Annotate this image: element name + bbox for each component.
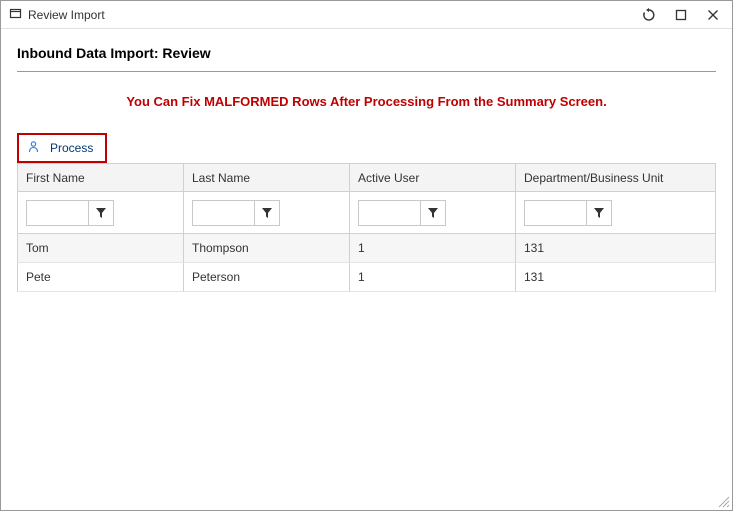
cell-active-user: 1 xyxy=(350,263,516,292)
filter-button-last-name[interactable] xyxy=(254,200,280,226)
column-header-department[interactable]: Department/Business Unit xyxy=(516,164,716,192)
table-row[interactable]: Pete Peterson 1 131 xyxy=(18,263,716,292)
cell-last-name: Peterson xyxy=(184,263,350,292)
table-row[interactable]: Tom Thompson 1 131 xyxy=(18,234,716,263)
page-title: Inbound Data Import: Review xyxy=(17,45,716,61)
filter-button-first-name[interactable] xyxy=(88,200,114,226)
column-header-first-name[interactable]: First Name xyxy=(18,164,184,192)
cell-first-name: Tom xyxy=(18,234,184,263)
process-highlight: Process xyxy=(17,133,107,163)
warning-message: You Can Fix MALFORMED Rows After Process… xyxy=(17,94,716,109)
maximize-button[interactable] xyxy=(672,6,690,24)
cell-department: 131 xyxy=(516,263,716,292)
divider xyxy=(17,71,716,72)
resize-grip[interactable] xyxy=(716,494,730,508)
window-title: Review Import xyxy=(28,8,105,22)
table-header-row: First Name Last Name Active User Departm… xyxy=(18,164,716,192)
refresh-button[interactable] xyxy=(640,6,658,24)
cell-last-name: Thompson xyxy=(184,234,350,263)
column-header-active-user[interactable]: Active User xyxy=(350,164,516,192)
filter-button-active-user[interactable] xyxy=(420,200,446,226)
close-button[interactable] xyxy=(704,6,722,24)
window-icon xyxy=(9,7,22,23)
column-header-last-name[interactable]: Last Name xyxy=(184,164,350,192)
filter-icon xyxy=(427,207,439,219)
filter-row xyxy=(18,192,716,234)
filter-button-department[interactable] xyxy=(586,200,612,226)
person-icon xyxy=(27,140,40,156)
titlebar: Review Import xyxy=(1,1,732,29)
filter-input-first-name[interactable] xyxy=(26,200,88,226)
titlebar-controls xyxy=(640,6,722,24)
content-area: Inbound Data Import: Review You Can Fix … xyxy=(1,29,732,302)
process-button[interactable]: Process xyxy=(19,135,105,161)
cell-first-name: Pete xyxy=(18,263,184,292)
filter-icon xyxy=(593,207,605,219)
filter-input-last-name[interactable] xyxy=(192,200,254,226)
filter-icon xyxy=(95,207,107,219)
data-table: First Name Last Name Active User Departm… xyxy=(17,163,716,292)
filter-input-department[interactable] xyxy=(524,200,586,226)
cell-department: 131 xyxy=(516,234,716,263)
process-label: Process xyxy=(50,141,93,155)
titlebar-left: Review Import xyxy=(9,7,105,23)
filter-input-active-user[interactable] xyxy=(358,200,420,226)
filter-icon xyxy=(261,207,273,219)
cell-active-user: 1 xyxy=(350,234,516,263)
